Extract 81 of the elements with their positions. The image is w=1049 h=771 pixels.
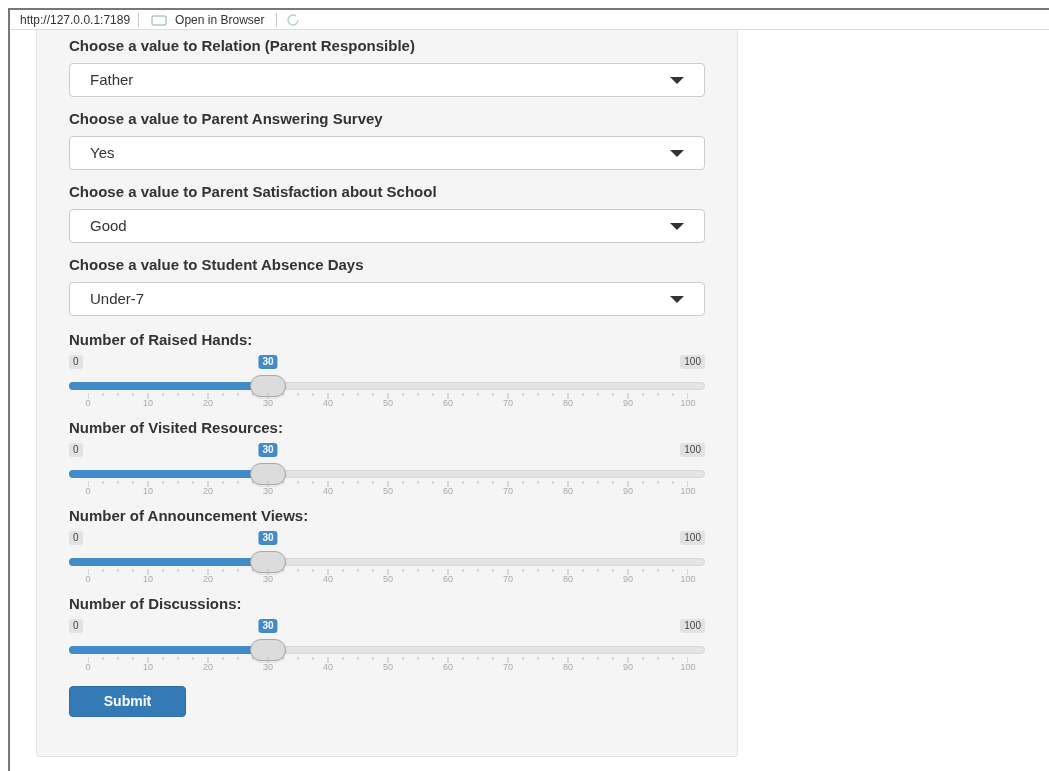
tick-label: 60 [443, 398, 453, 408]
slider-label: Number of Raised Hands: [69, 330, 254, 350]
slider-value-label: 30 [258, 355, 278, 369]
slider-max-label: 100 [680, 619, 705, 633]
tick-label: 50 [383, 574, 393, 584]
tick-label: 60 [443, 486, 453, 496]
select-label: Choose a value to Parent Answering Survey [69, 109, 384, 129]
caret-icon [670, 149, 684, 157]
tick-label: 10 [143, 486, 153, 496]
dropdown-select[interactable]: Good [69, 209, 705, 243]
tick-label: 40 [323, 486, 333, 496]
slider-min-label: 0 [69, 443, 83, 457]
tick-label: 100 [680, 574, 696, 584]
tick-label: 100 [680, 398, 696, 408]
tick-label: 90 [623, 398, 633, 408]
tick-label: 70 [503, 398, 513, 408]
tick-label: 10 [143, 398, 153, 408]
slider-label: Number of Announcement Views: [69, 506, 310, 526]
tick-label: 60 [443, 574, 453, 584]
tick-label: 40 [323, 662, 333, 672]
slider-label: Number of Visited Resources: [69, 418, 284, 438]
dropdown-select[interactable]: Under-7 [69, 282, 705, 316]
tick-label: 90 [623, 574, 633, 584]
caret-icon [670, 295, 684, 303]
tick-label: 90 [623, 486, 633, 496]
slider-handle[interactable] [250, 551, 286, 573]
tick-label: 10 [143, 662, 153, 672]
tick-label: 20 [203, 574, 213, 584]
url-text: http://127.0.0.1:7189 [20, 11, 131, 29]
select-label: Choose a value to Student Absence Days [69, 255, 365, 275]
dropdown-select[interactable]: Yes [69, 136, 705, 170]
select-label: Choose a value to Relation (Parent Responsible) [69, 36, 416, 56]
submit-button[interactable]: Submit [69, 686, 186, 717]
slider-max-label: 100 [680, 531, 705, 545]
tick-label: 30 [263, 574, 273, 584]
window-icon [151, 13, 168, 26]
tick-label: 80 [563, 486, 573, 496]
tick-label: 0 [85, 486, 91, 496]
tick-label: 50 [383, 662, 393, 672]
slider-max-label: 100 [680, 443, 705, 457]
caret-icon [670, 76, 684, 84]
tick-label: 30 [263, 662, 273, 672]
slider-value-label: 30 [258, 619, 278, 633]
tick-label: 80 [563, 574, 573, 584]
tick-label: 100 [680, 662, 696, 672]
tick-label: 60 [443, 662, 453, 672]
tick-label: 40 [323, 398, 333, 408]
tick-label: 50 [383, 398, 393, 408]
tick-label: 30 [263, 398, 273, 408]
refresh-icon[interactable] [285, 11, 302, 28]
tick-label: 40 [323, 574, 333, 584]
slider-min-label: 0 [69, 619, 83, 633]
open-in-browser-button[interactable]: Open in Browser [147, 10, 269, 29]
tick-label: 20 [203, 486, 213, 496]
caret-icon [670, 222, 684, 230]
tick-label: 70 [503, 486, 513, 496]
slider-value-label: 30 [258, 531, 278, 545]
slider-max-label: 100 [680, 355, 705, 369]
tick-label: 70 [503, 574, 513, 584]
tick-label: 80 [563, 398, 573, 408]
dropdown-select[interactable]: Father [69, 63, 705, 97]
slider-value-label: 30 [258, 443, 278, 457]
slider-handle[interactable] [250, 639, 286, 661]
tick-label: 10 [143, 574, 153, 584]
slider-min-label: 0 [69, 355, 83, 369]
tick-label: 70 [503, 662, 513, 672]
tick-label: 0 [85, 662, 91, 672]
tick-label: 0 [85, 398, 91, 408]
slider-min-label: 0 [69, 531, 83, 545]
tick-label: 90 [623, 662, 633, 672]
slider-handle[interactable] [250, 463, 286, 485]
tick-label: 80 [563, 662, 573, 672]
tick-label: 20 [203, 662, 213, 672]
tick-label: 30 [263, 486, 273, 496]
slider-handle[interactable] [250, 375, 286, 397]
slider-label: Number of Discussions: [69, 594, 243, 614]
tick-label: 0 [85, 574, 91, 584]
tick-label: 50 [383, 486, 393, 496]
select-label: Choose a value to Parent Satisfaction about School [69, 182, 438, 202]
tick-label: 20 [203, 398, 213, 408]
tick-label: 100 [680, 486, 696, 496]
